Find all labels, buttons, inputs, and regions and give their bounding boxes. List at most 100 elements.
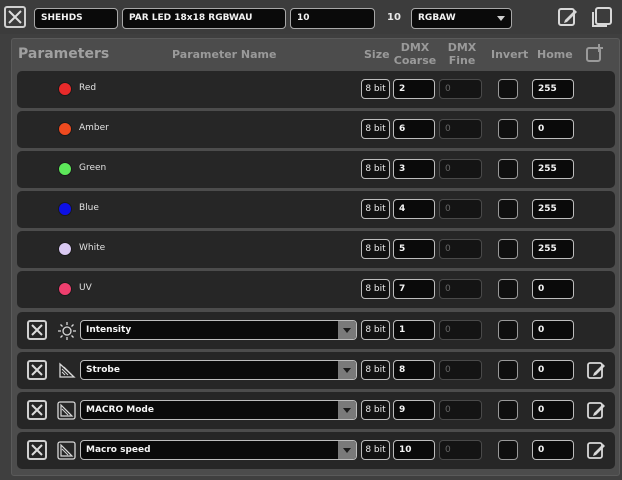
- invert-checkbox[interactable]: [498, 320, 518, 340]
- home-field[interactable]: 0: [532, 360, 574, 380]
- color-swatch: [58, 242, 72, 256]
- size-badge: 8 bit: [361, 360, 390, 380]
- edit-icon[interactable]: [557, 6, 579, 28]
- parameter-type-select[interactable]: Intensity: [80, 320, 357, 340]
- close-fixture-button[interactable]: [4, 6, 26, 28]
- dmx-fine-field: 0: [439, 279, 482, 299]
- dmx-coarse-field[interactable]: 1: [393, 320, 435, 340]
- invert-checkbox[interactable]: [498, 119, 518, 139]
- invert-checkbox[interactable]: [498, 400, 518, 420]
- size-badge: 8 bit: [361, 320, 390, 340]
- invert-checkbox[interactable]: [498, 279, 518, 299]
- dmx-coarse-field[interactable]: 2: [393, 79, 435, 99]
- color-swatch: [58, 282, 72, 296]
- row-label: Blue: [79, 203, 99, 213]
- size-badge: 8 bit: [361, 239, 390, 259]
- home-field[interactable]: 0: [532, 320, 574, 340]
- edit-icon[interactable]: [587, 360, 607, 380]
- param-row-strobe: Strobe 8 bit 8 0 0: [17, 352, 615, 389]
- remove-parameter-button[interactable]: [27, 360, 47, 380]
- size-badge: 8 bit: [361, 400, 390, 420]
- color-row-blue: Blue 8 bit 4 0 255: [17, 191, 615, 228]
- channel-count-field[interactable]: 10: [290, 8, 375, 29]
- param-row-macro-mode: MACRO Mode 8 bit 9 0 0: [17, 392, 615, 429]
- size-badge: 8 bit: [361, 79, 390, 99]
- invert-checkbox[interactable]: [498, 159, 518, 179]
- header-dmx-coarse: DMX Coarse: [393, 41, 437, 67]
- home-field[interactable]: 255: [532, 239, 574, 259]
- dmx-coarse-field[interactable]: 6: [393, 119, 435, 139]
- header-dmx-fine: DMX Fine: [447, 41, 477, 67]
- header-parameter-name: Parameter Name: [172, 48, 277, 61]
- parameter-type-select[interactable]: MACRO Mode: [80, 400, 357, 420]
- size-badge: 8 bit: [361, 159, 390, 179]
- size-badge: 8 bit: [361, 199, 390, 219]
- dmx-fine-field: 0: [439, 440, 482, 460]
- size-badge: 8 bit: [361, 119, 390, 139]
- param-row-macro-speed: Macro speed 8 bit 10 0 0: [17, 432, 615, 469]
- mode-select[interactable]: RGBAW: [411, 8, 512, 29]
- mode-select-value: RGBAW: [418, 13, 456, 23]
- dmx-fine-field: 0: [439, 79, 482, 99]
- home-field[interactable]: 0: [532, 119, 574, 139]
- top-bar: SHEHDS PAR LED 18x18 RGBWAU 10 10 RGBAW: [0, 0, 622, 34]
- close-icon: [31, 324, 43, 336]
- close-icon: [31, 364, 43, 376]
- chevron-down-icon: [338, 321, 356, 339]
- dmx-coarse-field[interactable]: 4: [393, 199, 435, 219]
- fixture-model-field[interactable]: PAR LED 18x18 RGBWAU: [122, 8, 286, 29]
- remove-parameter-button[interactable]: [27, 320, 47, 340]
- row-label: UV: [79, 283, 92, 293]
- home-field[interactable]: 255: [532, 159, 574, 179]
- color-row-green: Green 8 bit 3 0 255: [17, 151, 615, 188]
- edit-icon[interactable]: [587, 440, 607, 460]
- home-field[interactable]: 255: [532, 199, 574, 219]
- color-swatch: [58, 82, 72, 96]
- dmx-coarse-field[interactable]: 8: [393, 360, 435, 380]
- fixture-name-field[interactable]: SHEHDS: [34, 8, 118, 29]
- parameter-type-select[interactable]: Strobe: [80, 360, 357, 380]
- invert-checkbox[interactable]: [498, 360, 518, 380]
- dmx-coarse-field[interactable]: 10: [393, 440, 435, 460]
- home-field[interactable]: 0: [532, 279, 574, 299]
- home-field[interactable]: 0: [532, 400, 574, 420]
- invert-checkbox[interactable]: [498, 199, 518, 219]
- home-field[interactable]: 255: [532, 79, 574, 99]
- remove-parameter-button[interactable]: [27, 440, 47, 460]
- chevron-down-icon: [338, 441, 356, 459]
- color-swatch: [58, 122, 72, 136]
- param-row-intensity: Intensity 8 bit 1 0 0: [17, 312, 615, 349]
- invert-checkbox[interactable]: [498, 239, 518, 259]
- row-label: Red: [79, 83, 97, 93]
- color-row-red: Red 8 bit 2 0 255: [17, 71, 615, 108]
- color-row-uv: UV 8 bit 7 0 0: [17, 271, 615, 308]
- row-label: White: [79, 243, 106, 253]
- parameter-type-select[interactable]: Macro speed: [80, 440, 357, 460]
- remove-parameter-button[interactable]: [27, 400, 47, 420]
- dmx-coarse-field[interactable]: 3: [393, 159, 435, 179]
- dmx-fine-field: 0: [439, 159, 482, 179]
- invert-checkbox[interactable]: [498, 440, 518, 460]
- dmx-fine-field: 0: [439, 360, 482, 380]
- dmx-coarse-field[interactable]: 7: [393, 279, 435, 299]
- add-parameter-icon[interactable]: [585, 43, 605, 63]
- invert-checkbox[interactable]: [498, 79, 518, 99]
- chevron-down-icon: [338, 361, 356, 379]
- color-swatch: [58, 162, 72, 176]
- copy-icon[interactable]: [591, 6, 613, 28]
- home-field[interactable]: 0: [532, 440, 574, 460]
- size-badge: 8 bit: [361, 440, 390, 460]
- color-row-white: White 8 bit 5 0 255: [17, 231, 615, 268]
- color-swatch: [58, 202, 72, 216]
- parameter-type-value: Macro speed: [86, 445, 151, 455]
- channel-count-label: 10: [387, 12, 401, 23]
- dmx-fine-field: 0: [439, 400, 482, 420]
- dmx-coarse-field[interactable]: 9: [393, 400, 435, 420]
- header-invert: Invert: [491, 48, 529, 61]
- dmx-coarse-field[interactable]: 5: [393, 239, 435, 259]
- strobe-icon: [59, 362, 76, 378]
- row-label: Green: [79, 163, 107, 173]
- chevron-down-icon: [497, 16, 505, 21]
- macro-icon: [57, 441, 76, 460]
- edit-icon[interactable]: [587, 400, 607, 420]
